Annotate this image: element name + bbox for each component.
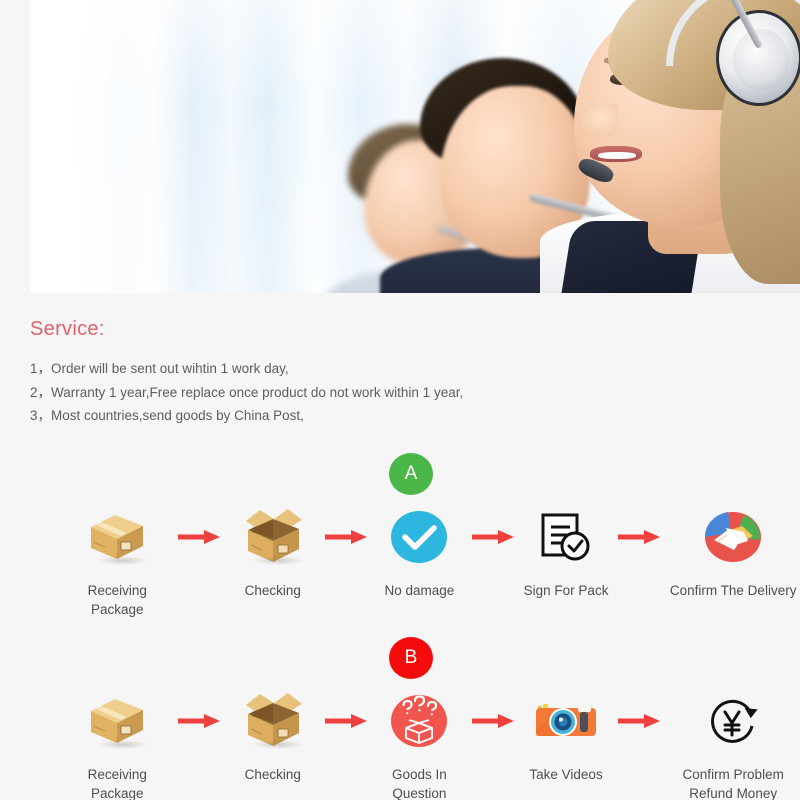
flow-b-arrow-4: [612, 690, 666, 752]
yen-refund-icon: [697, 690, 769, 752]
photo-left-fade: [30, 0, 230, 293]
step-label: Checking: [244, 583, 301, 598]
flow-a-step-receiving-package[interactable]: Receiving Package: [62, 506, 172, 619]
service-line-1: 1，Order will be sent out wihtin 1 work d…: [30, 361, 289, 376]
flow-b-step-take-videos[interactable]: Take Videos: [520, 690, 613, 800]
foreground-agent: [470, 0, 800, 293]
flow-badge-a: A: [389, 453, 433, 495]
flow-b-arrow-2: [319, 690, 373, 752]
flow-b-step-receiving-package[interactable]: Receiving Package: [62, 690, 172, 800]
call-center-photo: [30, 0, 800, 293]
signed-document-icon: [530, 506, 602, 568]
step-label: Confirm The Delivery: [669, 583, 797, 598]
step-label: Checking: [244, 767, 301, 782]
step-label: Sign For Pack: [523, 583, 609, 598]
headset-earcup: [716, 10, 800, 106]
flow-b-step-confirm-problem-refund[interactable]: Confirm Problem Refund Money: [666, 690, 800, 800]
flow-b-arrow-1: [172, 690, 226, 752]
service-title: Service:: [30, 318, 105, 340]
closed-parcel-box-icon: [81, 506, 153, 568]
open-parcel-box-icon: [237, 506, 309, 568]
step-label: Confirm Problem Refund Money: [682, 767, 784, 800]
hero-banner-image: [30, 0, 800, 293]
flow-b-arrow-3: [466, 690, 520, 752]
step-label: No damage: [384, 583, 455, 598]
flow-row-a: Receiving Package Checking No damage Sig…: [0, 506, 800, 619]
step-label: Receiving Package: [87, 583, 147, 617]
service-section: Service: 1，Order will be sent out wihtin…: [30, 318, 770, 430]
flow-a-step-confirm-delivery[interactable]: Confirm The Delivery: [666, 506, 800, 619]
flow-b-step-checking[interactable]: Checking: [226, 690, 319, 800]
flow-a-step-checking[interactable]: Checking: [226, 506, 319, 619]
flow-a-arrow-1: [172, 506, 226, 568]
flow-a-arrow-4: [612, 506, 666, 568]
flow-a-arrow-3: [466, 506, 520, 568]
handshake-circle-icon: [697, 506, 769, 568]
question-box-circle-icon: [383, 690, 455, 752]
service-line-2: 2，Warranty 1 year,Free replace once prod…: [30, 384, 464, 400]
step-label: Goods In Question: [392, 767, 447, 800]
flow-b-step-goods-in-question[interactable]: Goods In Question: [373, 690, 466, 800]
service-line-3: 3，Most countries,send goods by China Pos…: [30, 408, 304, 423]
camera-icon: [530, 690, 602, 752]
flow-a-arrow-2: [319, 506, 373, 568]
blue-check-circle-icon: [383, 506, 455, 568]
flow-badge-b: B: [389, 637, 433, 679]
open-parcel-box-icon: [237, 690, 309, 752]
flow-row-b: Receiving Package Checking Goods In Ques…: [0, 690, 800, 800]
page-root: Service: 1，Order will be sent out wihtin…: [0, 0, 800, 800]
flow-a-step-sign-for-pack[interactable]: Sign For Pack: [520, 506, 613, 619]
closed-parcel-box-icon: [81, 690, 153, 752]
step-label: Receiving Package: [87, 767, 147, 800]
step-label: Take Videos: [529, 767, 603, 782]
flow-a-step-no-damage[interactable]: No damage: [373, 506, 466, 619]
